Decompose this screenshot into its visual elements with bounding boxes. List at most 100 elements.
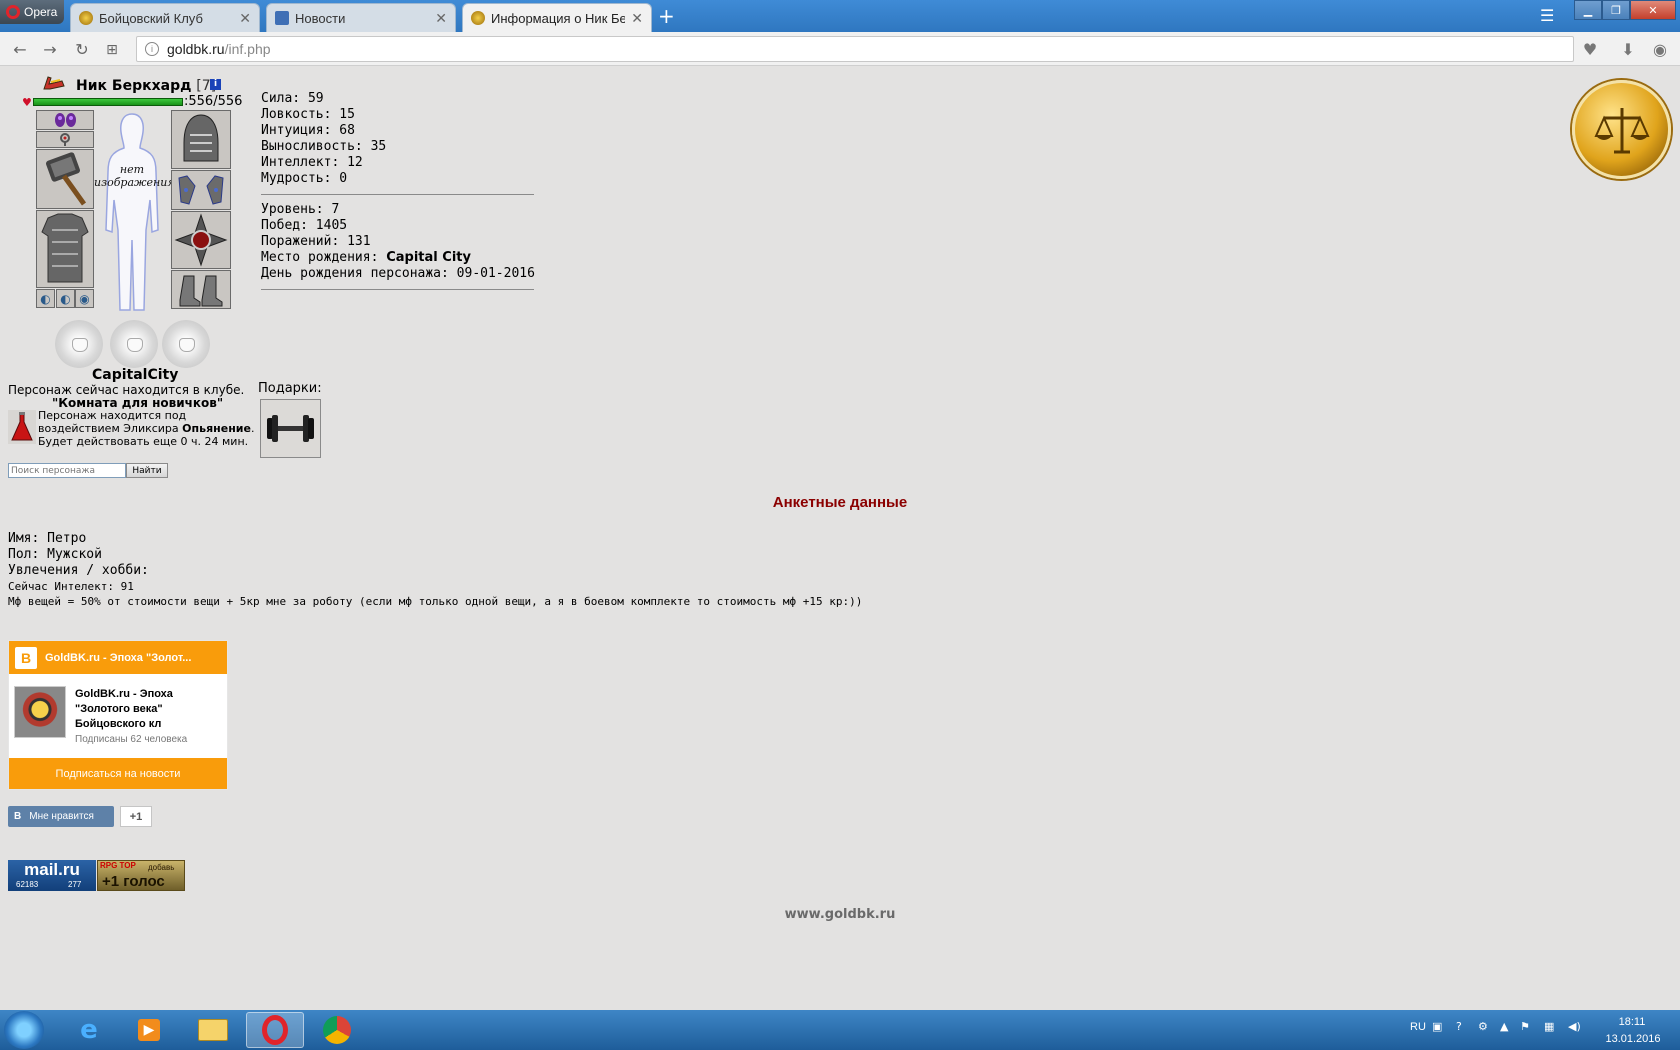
start-button[interactable] <box>4 1011 44 1049</box>
profile-hobby: Увлечения / хобби: <box>8 563 149 578</box>
new-tab-plus-icon[interactable]: + <box>658 4 678 28</box>
eye-ring-icon: ◉ <box>79 291 90 306</box>
vk-group-name-line-1: GoldBK.ru - Эпоха <box>75 688 173 700</box>
heart-bookmark-icon[interactable]: ♥ <box>1580 40 1600 60</box>
volume-icon[interactable]: ◀) <box>1568 1020 1581 1033</box>
gloves-icon <box>178 175 224 205</box>
network-icon[interactable]: ▦ <box>1544 1020 1554 1033</box>
profile-note-2: Мф вещей = 50% от стоимости вещи + 5кр м… <box>8 595 863 608</box>
tab-character-info[interactable]: Информация о Ник Берк ✕ <box>462 3 652 32</box>
close-icon[interactable]: ✕ <box>435 10 447 27</box>
account-icon[interactable]: ◉ <box>1650 40 1670 60</box>
vk-like-label: Мне нравится <box>29 811 94 822</box>
reload-icon[interactable]: ↻ <box>72 40 92 60</box>
clock-time[interactable]: 18:11 <box>1612 1016 1652 1028</box>
club-location-text: Персонаж сейчас находится в клубе. <box>8 383 245 397</box>
chrome-icon[interactable] <box>308 1012 366 1048</box>
rune-slot-1[interactable] <box>55 320 103 368</box>
search-button[interactable]: Найти <box>126 463 168 478</box>
character-search-input[interactable] <box>8 463 126 478</box>
profile-name: Имя: Петро <box>8 531 87 546</box>
shield-slot[interactable] <box>171 211 231 269</box>
stat-birthplace: Место рождения: Capital City <box>261 250 471 265</box>
opera-menu-button[interactable]: Opera <box>0 0 64 24</box>
subscribe-button[interactable]: Подписаться на новости <box>9 758 227 789</box>
stat-strength: Сила: 59 <box>261 91 324 106</box>
no-image-line-1: нет <box>119 163 145 176</box>
ring-slot-2[interactable]: ◐ <box>56 289 75 308</box>
vk-group-name-line-2: "Золотого века" <box>75 703 163 715</box>
helmet-slot[interactable] <box>171 110 231 169</box>
speed-dial-grid-icon[interactable]: ⊞ <box>102 40 122 60</box>
opera-taskbar-icon[interactable] <box>246 1012 304 1048</box>
shield-icon <box>174 213 228 267</box>
rune-slot-3[interactable] <box>162 320 210 368</box>
boots-slot[interactable] <box>171 270 231 309</box>
amulet-icon <box>60 133 70 146</box>
download-icon[interactable]: ⬇ <box>1618 40 1638 60</box>
amulet-slot[interactable] <box>36 131 94 148</box>
internet-explorer-icon[interactable]: e <box>60 1012 118 1048</box>
url-field[interactable]: i goldbk.ru/inf.php <box>136 36 1574 62</box>
stat-wisdom: Мудрость: 0 <box>261 171 348 186</box>
tab-fight-club[interactable]: Бойцовский Клуб ✕ <box>70 3 260 32</box>
birthplace-value: Capital City <box>386 250 471 265</box>
language-indicator[interactable]: RU <box>1410 1021 1426 1033</box>
acrobat-tray-icon[interactable]: ▣ <box>1432 1020 1442 1033</box>
no-image-line-2: изображения <box>94 176 175 189</box>
weapon-slot[interactable] <box>36 149 94 209</box>
rune-slot-2[interactable] <box>110 320 158 368</box>
url-path: /inf.php <box>224 41 271 57</box>
tray-settings-icon[interactable]: ⚙ <box>1478 1020 1488 1033</box>
gloves-slot[interactable] <box>171 170 231 210</box>
earrings-slot[interactable] <box>36 110 94 130</box>
vk-like-button[interactable]: В Мне нравится <box>8 806 114 827</box>
mailru-count-1: 62183 <box>16 880 39 889</box>
file-explorer-icon[interactable] <box>184 1012 242 1048</box>
help-tray-icon[interactable]: ? <box>1456 1020 1462 1033</box>
vk-widget-header[interactable]: B GoldBK.ru - Эпоха "Золот... <box>9 641 227 674</box>
rpgtop-vote-banner[interactable]: RPG TOP добавь +1 голос <box>97 860 185 891</box>
media-player-icon[interactable]: ▶ <box>120 1012 178 1048</box>
tab-news[interactable]: Новости ✕ <box>266 3 456 32</box>
forward-arrow-icon[interactable]: → <box>40 40 60 60</box>
show-hidden-icons-icon[interactable]: ▲ <box>1500 1020 1508 1033</box>
window-close-icon[interactable]: ✕ <box>1630 0 1676 20</box>
tab-title: Новости <box>295 10 346 26</box>
close-icon[interactable]: ✕ <box>239 10 251 27</box>
stat-endurance: Выносливость: 35 <box>261 139 387 154</box>
profile-data-title: Анкетные данные <box>772 494 908 511</box>
stat-losses: Поражений: 131 <box>261 234 371 249</box>
action-center-flag-icon[interactable]: ⚑ <box>1520 1020 1530 1033</box>
mailru-counter[interactable]: mail.ru 62183 277 <box>8 860 96 891</box>
boots-icon <box>179 275 223 306</box>
rpgtop-vote: +1 голос <box>102 873 165 890</box>
opera-menu-label: Opera <box>24 5 58 19</box>
armor-slot[interactable] <box>36 210 94 288</box>
vk-group-name[interactable]: GoldBK.ru - Эпоха "Золотого века" Бойцов… <box>75 687 225 732</box>
ring-slot-3[interactable]: ◉ <box>75 289 94 308</box>
stat-wins: Побед: 1405 <box>261 218 348 233</box>
vk-logo-icon: В <box>14 811 22 822</box>
minimize-icon[interactable]: ▁ <box>1574 0 1602 20</box>
elixir-name: Опьянение <box>182 422 251 435</box>
site-info-icon[interactable]: i <box>145 42 159 56</box>
elixir-line-2: воздействием Эликсира <box>38 422 179 435</box>
heart-icon: ♥ <box>22 96 32 109</box>
gift-dumbbell[interactable] <box>260 399 321 458</box>
alignment-flag-icon <box>43 76 65 90</box>
ring-slot-1[interactable]: ◐ <box>36 289 55 308</box>
back-arrow-icon[interactable]: ← <box>10 40 30 60</box>
close-icon[interactable]: ✕ <box>631 10 643 27</box>
clock-date[interactable]: 13.01.2016 <box>1598 1033 1668 1045</box>
info-icon[interactable]: i <box>210 79 221 90</box>
profile-gender: Пол: Мужской <box>8 547 102 562</box>
footer-url: www.goldbk.ru <box>784 907 896 922</box>
hp-bar-fill <box>34 99 182 105</box>
tab-menu-icon[interactable]: ☰ <box>1540 6 1554 25</box>
vk-like-count: +1 <box>120 806 152 827</box>
group-avatar[interactable] <box>14 686 66 738</box>
stat-intellect: Интеллект: 12 <box>261 155 363 170</box>
maximize-icon[interactable]: ❐ <box>1602 0 1630 20</box>
elixir-line-1: Персонаж находится под <box>38 409 187 422</box>
